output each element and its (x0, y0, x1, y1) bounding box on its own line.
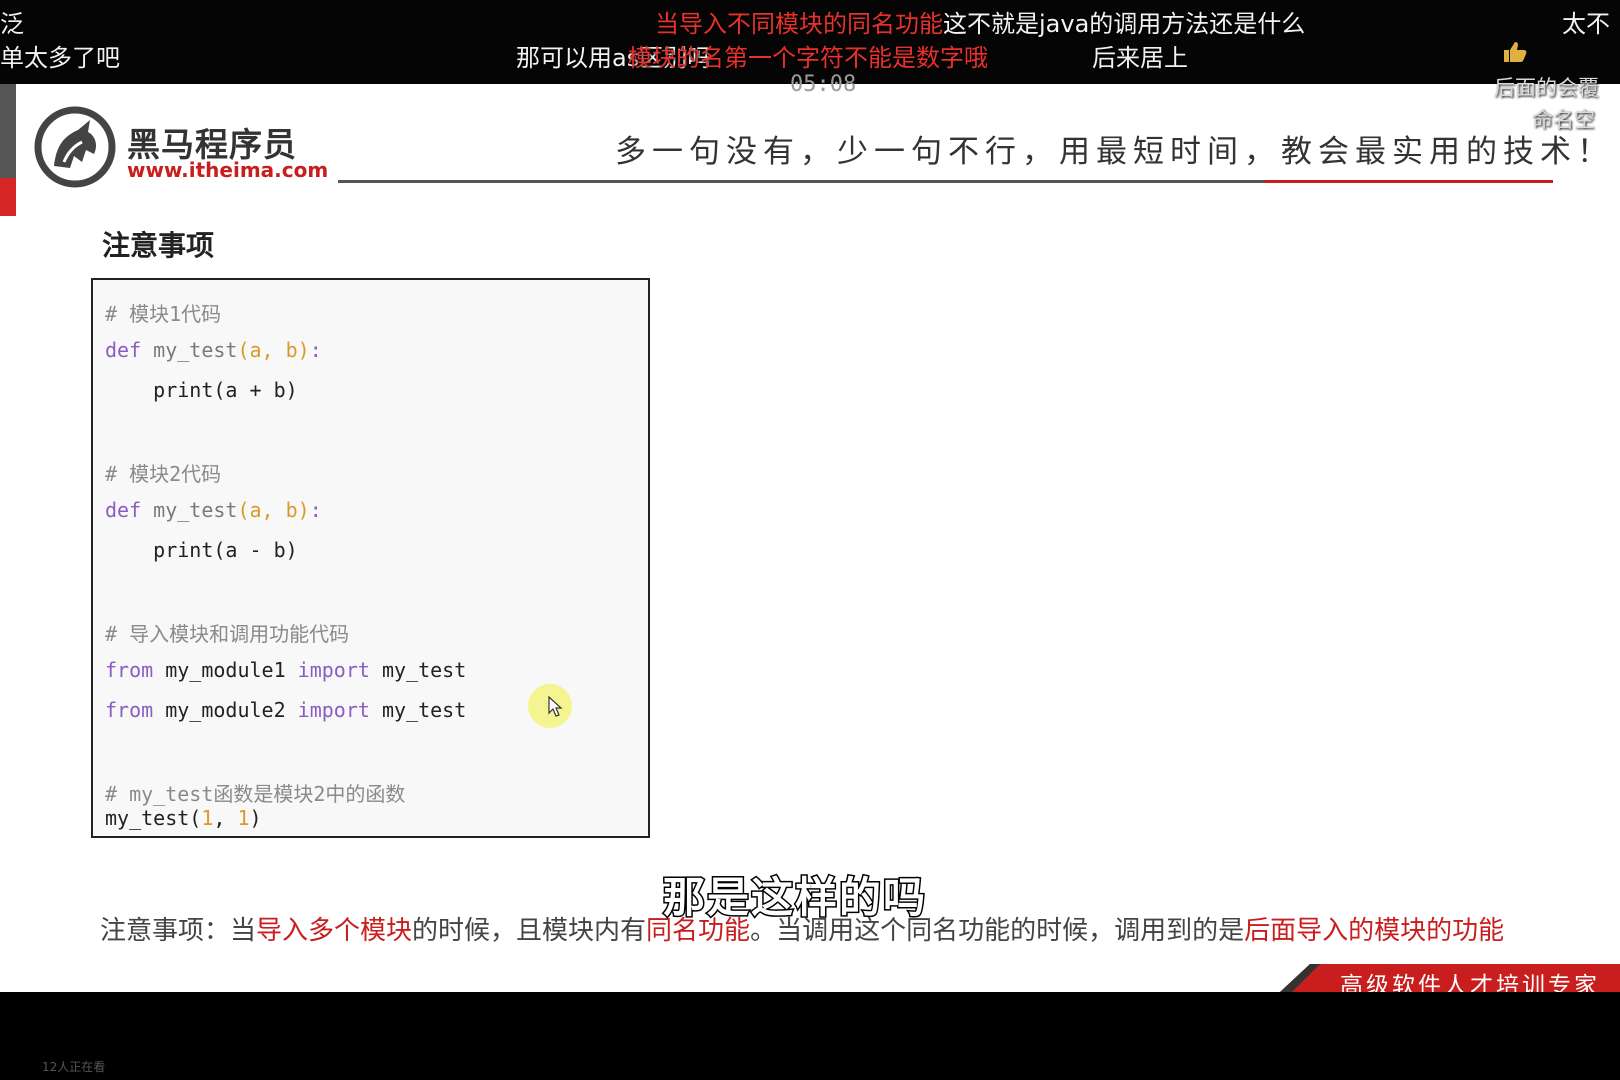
brand-url: www.itheima.com (127, 158, 329, 182)
danmaku-comment: 太不 (1562, 10, 1610, 38)
header-rule-accent (1265, 180, 1553, 183)
code-block: # 模块1代码 def my_test(a, b): print(a + b) … (91, 278, 650, 838)
code-line: # 模块1代码 (105, 302, 222, 326)
danmaku-comment: 模块的名第一个字符不能是数字哦 (628, 44, 988, 72)
viewer-count: 12人正在看 (42, 1060, 106, 1074)
code-line: # my_test函数是模块2中的函数 (105, 782, 406, 806)
danmaku-comment: 当导入不同模块的同名功能 (655, 10, 943, 38)
code-line: def my_test(a, b): (105, 338, 322, 362)
code-line: print(a + b) (105, 378, 298, 402)
code-line: from my_module1 import my_test (105, 658, 467, 682)
playback-timestamp: 05:08 (790, 72, 857, 97)
slide-slogan: 多一句没有，少一句不行，用最短时间，教会最实用的技术！ (615, 134, 1614, 170)
mouse-pointer-icon (548, 696, 563, 717)
danmaku-comment: 泛 (0, 10, 24, 38)
code-line: # 导入模块和调用功能代码 (105, 622, 350, 646)
danmaku-comment: 这不就是java的调用方法还是什么 (943, 10, 1306, 38)
code-line: my_test(1, 1) (105, 806, 262, 830)
code-line: # 模块2代码 (105, 462, 222, 486)
horse-logo-icon (34, 106, 116, 188)
thumbs-up-icon[interactable] (1502, 40, 1528, 64)
section-title: 注意事项 (102, 229, 215, 262)
code-line: from my_module2 import my_test (105, 698, 467, 722)
danmaku-comment: 后来居上 (1092, 44, 1188, 72)
header-rule (338, 180, 1265, 183)
code-line: print(a - b) (105, 538, 298, 562)
footer-slogan: 高级软件人才培训专家 (1340, 973, 1600, 992)
video-subtitle: 那是这样的吗 (661, 872, 928, 924)
danmaku-comment: 单太多了吧 (0, 44, 120, 72)
slide-edge-accent (0, 178, 16, 216)
danmaku-comment: 后面的会覆 (1494, 76, 1599, 100)
lecture-slide: 黑马程序员 www.itheima.com 多一句没有，少一句不行，用最短时间，… (0, 84, 1620, 992)
slide-edge-strip (0, 84, 16, 178)
danmaku-comment: 命名空 (1532, 108, 1595, 132)
code-line: def my_test(a, b): (105, 498, 322, 522)
